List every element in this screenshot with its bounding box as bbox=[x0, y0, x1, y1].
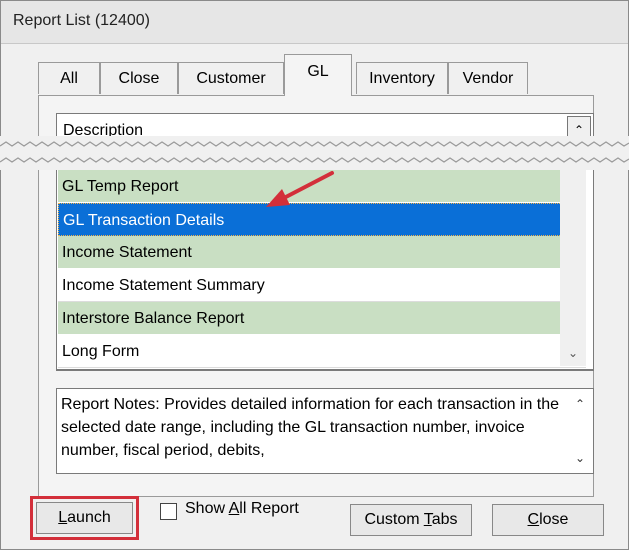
custom-tabs-button[interactable]: Custom Tabs bbox=[350, 504, 472, 536]
close-button[interactable]: Close bbox=[492, 504, 604, 536]
tab-vendor[interactable]: Vendor bbox=[448, 62, 528, 94]
show-all-label[interactable]: Show All Report bbox=[185, 500, 299, 518]
title-bar[interactable]: Report List (12400) bbox=[1, 1, 628, 44]
list-scroll-down-icon[interactable]: ⌄ bbox=[564, 346, 582, 360]
report-notes[interactable]: Report Notes: Provides detailed informat… bbox=[56, 388, 594, 474]
annotation-arrow-icon bbox=[260, 165, 340, 220]
show-all-checkbox[interactable] bbox=[160, 503, 177, 520]
list-item[interactable]: Income Statement bbox=[58, 236, 586, 269]
notes-scroll-up-icon[interactable]: ⌃ bbox=[575, 397, 585, 411]
window-title: Report List (12400) bbox=[13, 12, 150, 29]
launch-button[interactable]: Launch bbox=[36, 502, 133, 534]
tab-inventory[interactable]: Inventory bbox=[356, 62, 448, 94]
notes-scroll-down-icon[interactable]: ⌄ bbox=[575, 451, 585, 465]
list-item[interactable]: Long Form bbox=[58, 335, 586, 368]
tab-customer[interactable]: Customer bbox=[178, 62, 284, 94]
tab-gl[interactable]: GL bbox=[284, 54, 352, 96]
tab-close[interactable]: Close bbox=[100, 62, 178, 94]
list-scrollbar[interactable]: ⌄ bbox=[560, 170, 586, 366]
report-notes-text: Report Notes: Provides detailed informat… bbox=[61, 396, 560, 459]
tab-all[interactable]: All bbox=[38, 62, 100, 94]
list-item[interactable]: Income Statement Summary bbox=[58, 269, 586, 302]
list-item[interactable]: Interstore Balance Report bbox=[58, 302, 586, 335]
